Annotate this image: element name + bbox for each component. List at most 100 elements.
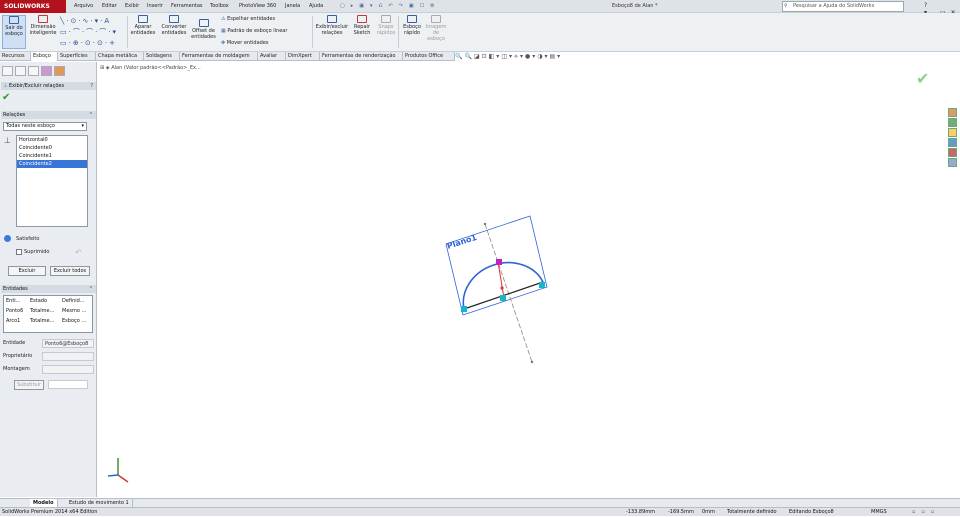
convert-label: Converter entidades [161, 24, 187, 36]
tab-chapa-metalica[interactable]: Chapa metálica [96, 52, 144, 61]
dimension-icon [38, 15, 48, 23]
entities-table[interactable]: Enti... Estado Definid... Ponto6 Totalme...… [3, 295, 93, 333]
menu-item-ferramentas[interactable]: Ferramentas [171, 3, 203, 9]
display-relations-button[interactable]: Exibir/excluir relações [313, 15, 351, 36]
move-entities-button[interactable]: ✥ Mover entidades [221, 40, 269, 46]
dropdown-icon: ▾ [81, 123, 84, 129]
snaps-label: Snaps rápidos [376, 24, 396, 36]
relation-type-icon: ⊥ [4, 136, 11, 145]
tab-moldagem[interactable]: Ferramentas de moldagem [180, 52, 258, 61]
list-item[interactable]: Coincidente1 [17, 152, 87, 160]
tab-produtos-office[interactable]: Produtos Office [403, 52, 455, 61]
ok-check-icon[interactable]: ✔ [2, 93, 10, 103]
exit-sketch-icon [9, 16, 19, 24]
smart-dimension-button[interactable]: Dimensão inteligente [28, 15, 58, 36]
document-title: Esboço8 de Alan * [612, 3, 658, 9]
column-header: Enti... [6, 298, 21, 304]
exit-sketch-button[interactable]: Sair do esboço [2, 15, 26, 49]
linear-pattern-button[interactable]: ▦ Padrão de esboço linear [221, 28, 287, 34]
feature-tree-icon[interactable] [2, 66, 13, 76]
sketch-entity-tools[interactable]: ╲·⊙·∿·▾·A ▭·⌒·⌒·⌒·▾ ▭·⊕·⊙·⊙·+ [60, 16, 126, 48]
assembly-label: Montagem [3, 366, 30, 372]
repair-sketch-button[interactable]: Repair Sketch [351, 15, 373, 36]
table-cell: Totalme... [30, 308, 55, 314]
graphics-area[interactable]: ⊞ ◈ Alan (Valor padrão<<Padrão>_Ex... ✔ … [98, 62, 960, 497]
menu-item-editar[interactable]: Editar [102, 3, 117, 9]
appearances-icon[interactable] [948, 148, 957, 157]
tab-esboco[interactable]: Esboço [31, 52, 58, 61]
list-item[interactable]: Horizontal0 [17, 136, 87, 144]
horizontal-marker[interactable] [500, 295, 506, 301]
assembly-field[interactable] [42, 365, 94, 374]
menu-item-exibir[interactable]: Exibir [125, 3, 139, 9]
relations-list[interactable]: Horizontal0 Coincidente0 Coincidente1 Co… [16, 135, 88, 227]
collapse-icon[interactable]: ⌃ [89, 285, 93, 293]
property-manager-icon[interactable] [15, 66, 26, 76]
mirror-entities-button[interactable]: ⚠ Espelhar entidades [221, 16, 275, 22]
menu-item-janela[interactable]: Janela [285, 3, 300, 9]
display-manager-icon[interactable] [54, 66, 65, 76]
design-library-icon[interactable] [948, 118, 957, 127]
relation-point-marker[interactable] [496, 259, 502, 265]
status-text: Satisfeito [16, 236, 40, 242]
list-item-selected[interactable]: Coincidente2 [17, 160, 87, 168]
relations-section-header[interactable]: Relações ⌃ [1, 111, 96, 119]
tab-renderizacao[interactable]: Ferramentas de renderização [320, 52, 403, 61]
relations-filter-select[interactable]: Todas neste esboço ▾ [3, 122, 87, 131]
file-explorer-icon[interactable] [948, 128, 957, 137]
tab-dimxpert[interactable]: DimXpert [286, 52, 320, 61]
dimxpert-icon[interactable] [41, 66, 52, 76]
owner-field[interactable] [42, 352, 94, 361]
heads-up-view-toolbar[interactable]: 🔍🔍◪⊡◧▾◫▾⟡▾●▾◑▾▤▾ [455, 53, 562, 61]
menu-item-ajuda[interactable]: Ajuda [309, 3, 323, 9]
search-input[interactable]: Pesquisar a Ajuda do SolidWorks [782, 1, 904, 12]
triad-x-axis [117, 474, 129, 483]
convert-entities-button[interactable]: Converter entidades [159, 15, 189, 36]
table-cell: Arco1 [6, 318, 21, 324]
delete-all-button[interactable]: Excluir todos [50, 266, 90, 276]
config-manager-icon[interactable] [28, 66, 39, 76]
sketch-picture-button[interactable]: Imagem de esboço [424, 15, 448, 42]
menu-item-arquivo[interactable]: Arquivo [74, 3, 93, 9]
custom-properties-icon[interactable] [948, 158, 957, 167]
quick-access-icons[interactable]: ▢▸▣▾⎌↶↷▣☐⚙ [340, 3, 441, 9]
list-item[interactable]: Coincidente0 [17, 144, 87, 152]
view-palette-icon[interactable] [948, 138, 957, 147]
menu-item-toolbox[interactable]: Toolbox [210, 3, 229, 9]
rapid-sketch-button[interactable]: Esboço rápido [400, 15, 424, 36]
table-row[interactable]: Ponto6 Totalme... Mesmo ... [4, 306, 92, 316]
undo-icon[interactable]: ↶ [75, 248, 82, 257]
suppressed-checkbox[interactable] [16, 249, 22, 255]
table-row[interactable]: Arco1 Totalme... Esboço ... [4, 316, 92, 326]
help-icon[interactable]: ? [90, 82, 93, 90]
property-manager: ⊥ Exibir/Excluir relações? ✔ Relações ⌃ T… [0, 62, 97, 497]
offset-entities-button[interactable]: Offset de entidades [190, 19, 217, 40]
menu-item-photoview[interactable]: PhotoView 360 [239, 3, 276, 9]
entities-header-text: Entidades [3, 286, 28, 292]
entities-section-header[interactable]: Entidades ⌃ [1, 285, 96, 293]
tab-soldagens[interactable]: Soldagens [144, 52, 180, 61]
tab-recursos[interactable]: Recursos [0, 52, 31, 61]
menu-item-inserir[interactable]: Inserir [147, 3, 163, 9]
entity-field[interactable]: Ponto6@Esboço8 [42, 339, 94, 348]
mirror-label: Espelhar entidades [227, 16, 276, 22]
replace-button[interactable]: Substituir [14, 380, 44, 390]
resources-icon[interactable] [948, 108, 957, 117]
plane1-outline [445, 215, 548, 316]
search-icon: ⚲ [784, 3, 788, 9]
pattern-label: Padrão de esboço linear [227, 28, 288, 34]
collapse-icon[interactable]: ⌃ [89, 111, 93, 119]
tab-avaliar[interactable]: Avaliar [258, 52, 286, 61]
trim-entities-button[interactable]: Aparar entidades [129, 15, 157, 36]
quick-snaps-button[interactable]: Snaps rápidos [375, 15, 397, 36]
coincident-marker[interactable] [461, 306, 467, 312]
solidworks-logo: SOLIDWORKS [0, 0, 66, 13]
sketch-canvas[interactable]: Plano1 [98, 62, 960, 497]
task-pane-tabs[interactable] [948, 108, 958, 167]
delete-button[interactable]: Excluir [8, 266, 46, 276]
tab-superficies[interactable]: Superfícies [58, 52, 96, 61]
plane1-label: Plano1 [446, 233, 478, 251]
bottom-tabs: Modelo Estudo de movimento 1 [0, 498, 960, 508]
coincident-marker[interactable] [539, 282, 545, 288]
replace-field[interactable] [48, 380, 88, 389]
